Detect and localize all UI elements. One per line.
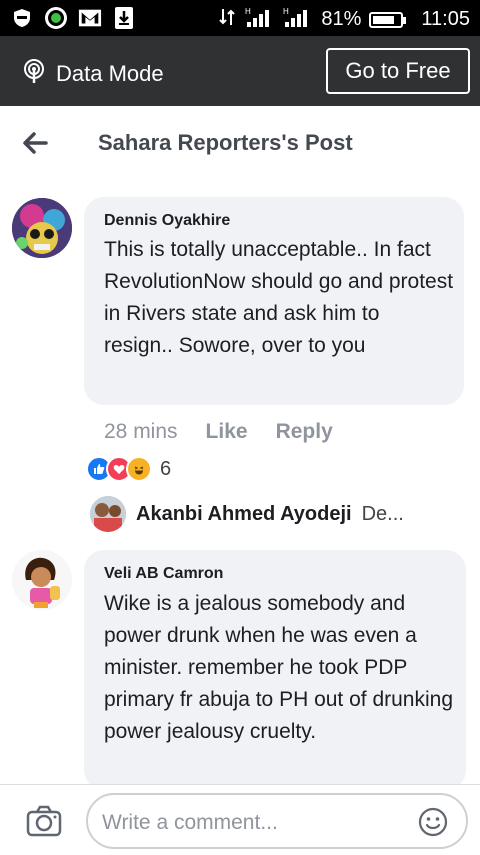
reply-author: Akanbi Ahmed Ayodeji xyxy=(136,502,352,525)
signal-icon: H xyxy=(245,6,275,33)
post-header: Sahara Reporters's Post xyxy=(0,106,480,181)
comment-composer xyxy=(0,784,480,855)
messenger-app-icon xyxy=(44,6,68,30)
status-bar: H H 81% 11:05 xyxy=(0,0,480,36)
data-mode-bar: Data Mode Go to Free xyxy=(0,36,480,106)
page-title: Sahara Reporters's Post xyxy=(98,130,353,155)
data-transfer-icon xyxy=(217,7,237,32)
battery-icon xyxy=(369,11,407,28)
comment-time: 28 mins xyxy=(104,420,178,443)
reply-preview[interactable]: Akanbi Ahmed Ayodeji De... xyxy=(90,496,404,532)
comment-input-box[interactable] xyxy=(86,793,468,849)
download-icon xyxy=(112,6,136,30)
data-mode-indicator[interactable]: Data Mode xyxy=(22,58,164,90)
gmail-icon xyxy=(78,6,102,30)
data-mode-label: Data Mode xyxy=(56,61,164,86)
comment-input[interactable] xyxy=(100,805,404,841)
reaction-count: 6 xyxy=(160,457,172,480)
signal-icon-2: H xyxy=(283,6,313,33)
data-mode-icon xyxy=(22,58,46,90)
avatar[interactable] xyxy=(12,198,72,258)
comment-actions: 28 mins Like Reply xyxy=(104,420,333,444)
like-button[interactable]: Like xyxy=(206,420,248,444)
go-to-free-button[interactable]: Go to Free xyxy=(326,48,470,94)
reply-snippet: De... xyxy=(361,502,404,525)
comment-author[interactable]: Dennis Oyakhire xyxy=(104,212,230,230)
reactions-summary[interactable]: 6 xyxy=(86,456,171,482)
svg-text:H: H xyxy=(283,7,289,16)
shield-icon xyxy=(10,6,34,30)
comment-text: This is totally unacceptable.. In fact R… xyxy=(104,238,454,357)
haha-reaction-icon xyxy=(126,456,152,482)
camera-icon[interactable] xyxy=(26,805,62,837)
comment-text: Wike is a jealous somebody and power dru… xyxy=(104,592,454,743)
avatar xyxy=(90,496,126,532)
avatar[interactable] xyxy=(12,550,72,610)
svg-text:H: H xyxy=(245,7,251,16)
emoji-icon[interactable] xyxy=(418,807,448,837)
reply-button[interactable]: Reply xyxy=(276,420,333,444)
comment-author[interactable]: Veli AB Camron xyxy=(104,565,223,583)
clock: 11:05 xyxy=(421,8,470,30)
back-arrow-icon[interactable] xyxy=(20,128,50,158)
comments-list: Dennis Oyakhire This is totally unaccept… xyxy=(0,180,480,784)
battery-percent: 81% xyxy=(321,8,362,30)
